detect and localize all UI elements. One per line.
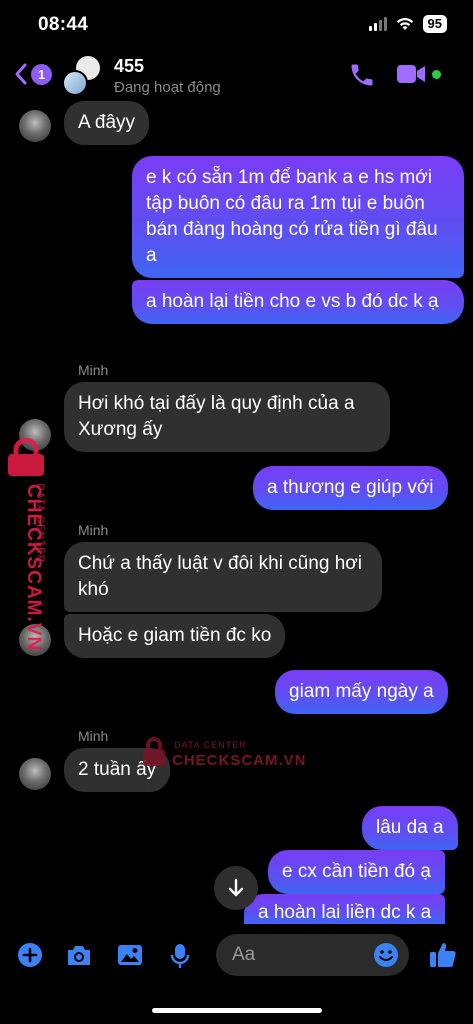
- message-bubble[interactable]: giam mấy ngày a: [275, 670, 448, 714]
- battery-indicator: 95: [422, 15, 447, 33]
- watermark-sub: DATA CENTER: [34, 483, 46, 564]
- padlock-icon: [8, 438, 44, 476]
- group-avatar[interactable]: [60, 56, 104, 96]
- message-bubble[interactable]: a hoàn lại tiền cho e vs b đó dc k ạ: [132, 280, 464, 324]
- like-button[interactable]: [428, 940, 458, 975]
- thumbs-up-icon: [430, 943, 456, 967]
- scroll-to-bottom-button[interactable]: [214, 866, 258, 910]
- wifi-icon: [396, 17, 413, 30]
- microphone-icon: [170, 944, 190, 968]
- message-input[interactable]: Aa: [216, 934, 409, 976]
- sender-name: Minh: [78, 522, 109, 538]
- status-bar: 08:44 95: [0, 0, 473, 50]
- watermark-logo: DATA CENTER CHECKSCAM.VN: [140, 734, 306, 774]
- voice-call-button[interactable]: [348, 61, 376, 94]
- sender-name: Minh: [78, 362, 109, 378]
- message-bubble[interactable]: Chứ a thấy luật v đôi khi cũng hơi khó: [64, 542, 382, 612]
- chat-title[interactable]: 455: [114, 56, 144, 77]
- camera-button[interactable]: [65, 942, 93, 973]
- emoji-icon[interactable]: [373, 942, 399, 968]
- gallery-button[interactable]: [116, 942, 144, 973]
- avatar[interactable]: [19, 110, 51, 142]
- home-indicator: [152, 1008, 322, 1013]
- voice-message-button[interactable]: [168, 942, 192, 975]
- video-call-button[interactable]: [396, 63, 426, 90]
- status-icons: 95: [368, 15, 447, 33]
- message-bubble[interactable]: Hoặc e giam tiền đc ko: [64, 614, 286, 658]
- avatar[interactable]: [19, 758, 51, 790]
- message-bubble[interactable]: a thương e giúp với: [253, 466, 448, 510]
- message-bubble[interactable]: e cx cần tiền đó ạ: [268, 850, 445, 894]
- active-status: Đang hoạt động: [114, 79, 221, 96]
- message-bubble[interactable]: Hơi khó tại đấy là quy định của a Xương …: [64, 382, 390, 452]
- status-time: 08:44: [38, 14, 89, 35]
- sender-name: Minh: [78, 728, 109, 744]
- watermark-brand: CHECKSCAM.VN: [172, 752, 307, 769]
- camera-icon: [68, 946, 90, 965]
- watermark-logo: CHECKSCAM.VN DATA CENTER: [2, 438, 54, 666]
- message-composer: Aa: [0, 930, 473, 982]
- video-camera-icon: [397, 65, 425, 83]
- image-icon: [118, 945, 142, 965]
- message-bubble[interactable]: e k có sẵn 1m để bank a e hs mới tập buô…: [132, 156, 464, 278]
- message-bubble[interactable]: lâu da a: [362, 806, 458, 850]
- unread-badge: 1: [31, 63, 52, 85]
- arrow-down-icon: [228, 878, 244, 897]
- padlock-icon: [143, 737, 165, 766]
- back-button[interactable]: 1: [14, 62, 52, 86]
- plus-circle-icon: [18, 943, 42, 967]
- message-bubble[interactable]: A đâyy: [64, 101, 150, 145]
- phone-icon: [351, 64, 373, 86]
- avatar: [62, 70, 88, 96]
- chat-header: 1 455 Đang hoạt động: [0, 50, 473, 102]
- chevron-left-icon: [15, 63, 27, 85]
- add-button[interactable]: [17, 942, 43, 973]
- watermark-sub: DATA CENTER: [174, 740, 247, 750]
- message-bubble[interactable]: a hoàn lai liền dc k a: [244, 894, 446, 924]
- message-input-placeholder: Aa: [232, 944, 256, 965]
- cellular-signal-icon: [368, 17, 387, 31]
- online-indicator: [432, 70, 441, 79]
